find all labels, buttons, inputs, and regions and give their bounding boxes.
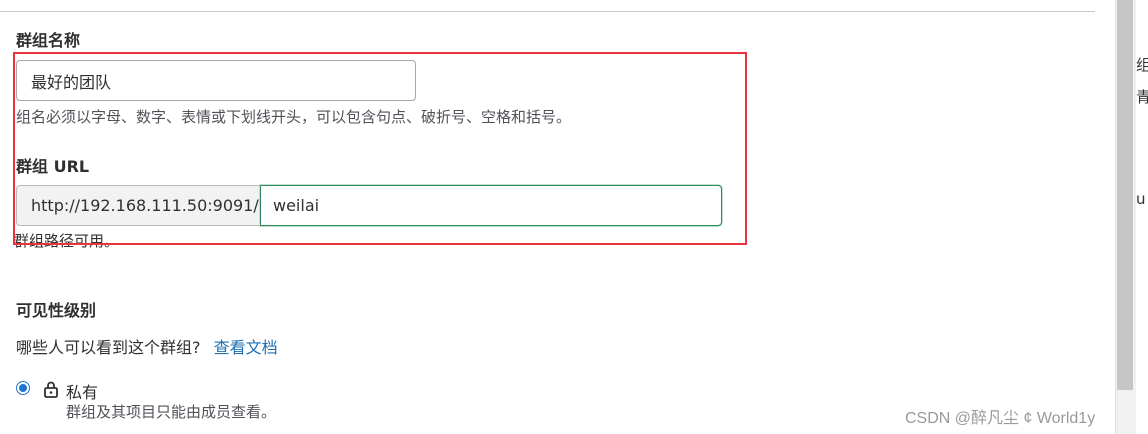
group-url-prefix: http://192.168.111.50:9091/ [16,185,260,226]
visibility-question: 哪些人可以看到这个群组? 查看文档 [16,334,278,358]
group-url-status: 群组路径可用。 [14,232,120,250]
lock-icon [44,381,58,398]
view-docs-link[interactable]: 查看文档 [214,338,278,357]
visibility-private-label: 私有 [66,383,99,402]
watermark: CSDN @醉凡尘 ¢ World1y [905,410,1096,427]
side-fragment-1: 组 [1136,56,1148,74]
group-name-value: 最好的团队 [31,72,112,92]
group-url-value: weilai [273,196,320,215]
group-name-label: 群组名称 [16,31,81,50]
group-url-input[interactable]: weilai [260,185,722,226]
group-name-input[interactable]: 最好的团队 [16,60,416,101]
visibility-private-description: 群组及其项目只能由成员查看。 [66,403,277,421]
visibility-private-radio[interactable] [16,381,30,395]
group-url-label: 群组 URL [16,157,90,176]
scrollbar-thumb[interactable] [1117,0,1133,390]
side-fragment-3: u [1136,190,1146,208]
side-fragment-2: 青 [1136,88,1148,106]
group-url-prefix-text: http://192.168.111.50:9091/ [31,196,259,215]
visibility-question-text: 哪些人可以看到这个群组? [16,338,201,357]
visibility-label: 可见性级别 [16,301,97,320]
group-name-help: 组名必须以字母、数字、表情或下划线开头，可以包含句点、破折号、空格和括号。 [16,108,572,126]
section-divider [0,11,1095,12]
radio-selected-dot [19,384,27,392]
